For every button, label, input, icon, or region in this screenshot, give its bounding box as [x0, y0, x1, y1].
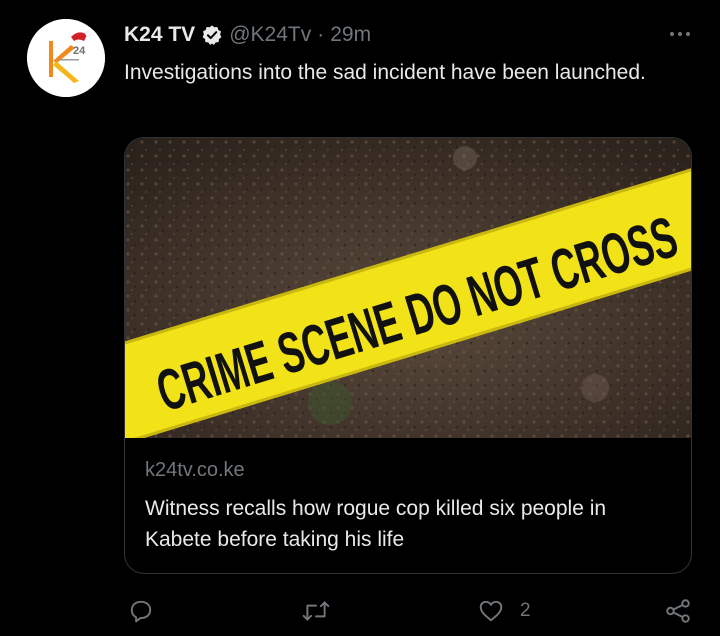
- handle[interactable]: @K24Tv: [229, 23, 311, 47]
- card-image: CRIME SCENE DO NOT CROSS: [125, 138, 691, 438]
- crime-scene-tape-image: CRIME SCENE DO NOT CROSS: [125, 138, 691, 438]
- heart-icon: [479, 600, 503, 622]
- share-button[interactable]: [664, 593, 708, 629]
- more-options-button[interactable]: [666, 24, 694, 44]
- card-title: Witness recalls how rogue cop killed six…: [145, 497, 607, 551]
- tweet-header: K24 TV @K24Tv · 29m: [124, 18, 371, 52]
- retweet-icon: [302, 601, 330, 621]
- avatar[interactable]: 24: [27, 19, 105, 97]
- tweet-text: Investigations into the sad incident hav…: [124, 61, 646, 84]
- like-count: 2: [520, 600, 531, 621]
- share-icon: [666, 599, 690, 623]
- separator-dot: ·: [317, 23, 325, 46]
- logo-24-text: 24: [73, 45, 86, 57]
- action-bar: 2: [124, 593, 704, 629]
- like-button[interactable]: 2: [478, 593, 531, 629]
- k24-logo-icon: 24: [27, 19, 105, 97]
- reply-icon: [130, 600, 152, 623]
- display-name[interactable]: K24 TV: [124, 23, 195, 47]
- retweet-button[interactable]: [302, 593, 346, 629]
- reply-button[interactable]: [128, 593, 170, 629]
- link-card[interactable]: CRIME SCENE DO NOT CROSS k24tv.co.ke Wit…: [124, 137, 692, 574]
- timestamp[interactable]: 29m: [330, 23, 371, 47]
- card-domain: k24tv.co.ke: [145, 459, 245, 481]
- verified-badge-icon: [202, 25, 222, 45]
- more-dots-icon: [670, 32, 690, 36]
